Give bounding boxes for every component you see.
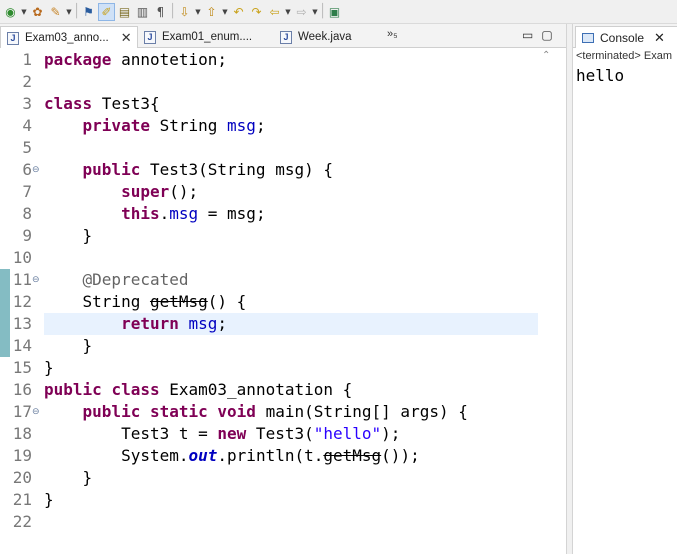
toolbar-separator: │ xyxy=(168,3,177,19)
line-number: 7 xyxy=(22,182,32,201)
line-number: 4 xyxy=(22,116,32,135)
close-icon[interactable]: ✕ xyxy=(654,30,665,46)
previous-annotation-dropdown-icon[interactable]: ▼ xyxy=(221,3,229,21)
word-wrap-icon[interactable]: ▥ xyxy=(134,3,151,21)
main-toolbar: ◉ ▼ ✿ ✎ ▼ │ ⚑ ✐ ▤ ▥ ¶ │ ⇩ ▼ ⇧ ▼ ↶ ↷ ⇦ ▼ … xyxy=(0,0,677,24)
console-icon xyxy=(582,32,594,43)
tab-label: Exam03_anno... xyxy=(25,32,109,44)
line-number: 20 xyxy=(12,468,32,487)
code-line: public Test3(String msg) { xyxy=(82,160,333,179)
java-file-icon: J xyxy=(280,30,292,44)
toolbar-separator: │ xyxy=(318,3,327,19)
line-number: 3 xyxy=(22,94,32,113)
console-status: <terminated> Exam xyxy=(576,50,672,62)
line-number: 5 xyxy=(22,138,32,157)
code-line: } xyxy=(44,358,54,377)
fold-toggle-icon[interactable]: ⊖ xyxy=(32,401,40,423)
tab-week-java[interactable]: J Week.java xyxy=(280,26,351,48)
code-line: } xyxy=(82,226,93,245)
back-dropdown-icon[interactable]: ▼ xyxy=(284,3,292,21)
line-number: 19 xyxy=(12,446,32,465)
line-number: 10 xyxy=(12,248,32,267)
new-window-icon[interactable]: ▣ xyxy=(326,3,343,21)
line-number: 1 xyxy=(22,50,32,69)
tab-overflow-button[interactable]: »₅ xyxy=(387,28,398,40)
java-file-icon: J xyxy=(144,30,156,44)
editor-tab-bar: J Exam03_anno... ✕ J Exam01_enum.... J W… xyxy=(0,24,566,49)
code-line: this.msg = msg; xyxy=(121,204,266,223)
line-number: 14 xyxy=(12,336,32,355)
line-number: 6 xyxy=(22,160,32,179)
code-line: Test3 t = new Test3("hello"); xyxy=(121,424,401,443)
line-number: 15 xyxy=(12,358,32,377)
code-line: private String msg; xyxy=(82,116,266,135)
view-sash[interactable] xyxy=(566,24,573,554)
fold-toggle-icon[interactable]: ⊖ xyxy=(32,159,40,181)
toggle-block-selection-icon[interactable]: ▤ xyxy=(116,3,133,21)
java-file-icon: J xyxy=(7,31,19,45)
tab-exam01-enum[interactable]: J Exam01_enum.... xyxy=(144,26,252,48)
code-line: super(); xyxy=(121,182,199,201)
console-output-text: hello xyxy=(576,66,625,85)
debug-icon[interactable]: ✿ xyxy=(29,3,46,21)
last-edit-location-icon[interactable]: ↶ xyxy=(230,3,247,21)
toolbar-separator: │ xyxy=(72,3,81,19)
next-annotation-dropdown-icon[interactable]: ▼ xyxy=(194,3,202,21)
code-line: @Deprecated xyxy=(82,270,189,289)
forward-icon[interactable]: ⇨ xyxy=(293,3,310,21)
code-line: package annotetion; xyxy=(44,50,228,69)
tab-console[interactable]: Console ✕ xyxy=(575,26,677,48)
code-line: return msg; xyxy=(121,314,228,333)
console-tab-label: Console xyxy=(600,30,645,45)
line-number: 18 xyxy=(12,424,32,443)
line-number: 13 xyxy=(12,314,32,333)
line-number: 17 xyxy=(12,402,32,421)
console-tab-bar: Console ✕ xyxy=(573,24,677,48)
fold-toggle-icon[interactable]: ⊖ xyxy=(32,269,40,291)
tab-label: Week.java xyxy=(298,31,352,43)
show-whitespace-icon[interactable]: ¶ xyxy=(152,3,169,21)
code-line: class Test3{ xyxy=(44,94,160,113)
toggle-breakpoint-icon[interactable]: ⚑ xyxy=(80,3,97,21)
run-icon[interactable]: ◉ xyxy=(2,3,19,21)
code-line: System.out.println(t.getMsg()); xyxy=(121,446,420,465)
run-dropdown-icon[interactable]: ▼ xyxy=(20,3,28,21)
scroll-up-icon[interactable]: ⌃ xyxy=(542,50,550,61)
code-line: } xyxy=(82,468,93,487)
line-number: 22 xyxy=(12,512,32,531)
code-line: public static void main(String[] args) { xyxy=(82,402,468,421)
mark-occurrences-icon[interactable]: ✐ xyxy=(98,2,115,21)
code-line: String getMsg() { xyxy=(82,292,247,311)
tab-exam03-annotation[interactable]: J Exam03_anno... ✕ xyxy=(0,26,138,49)
code-line: public class Exam03_annotation { xyxy=(44,380,353,399)
line-number: 2 xyxy=(22,72,32,91)
code-line: } xyxy=(44,490,54,509)
line-number: 9 xyxy=(22,226,32,245)
last-edit-forward-icon[interactable]: ↷ xyxy=(248,3,265,21)
tab-label: Exam01_enum.... xyxy=(162,31,253,43)
line-number: 12 xyxy=(12,292,32,311)
code-line: } xyxy=(82,336,93,355)
code-editor[interactable]: ⌃ 1 2 3 4 5 6 7 8 9 10 11 12 13 14 15 16… xyxy=(0,48,566,554)
line-number: 11 xyxy=(12,270,32,289)
minimize-maximize-controls[interactable]: ▭▢ xyxy=(522,28,561,42)
line-number: 16 xyxy=(12,380,32,399)
console-output-area[interactable]: <terminated> Exam hello xyxy=(573,48,677,554)
line-number: 8 xyxy=(22,204,32,223)
previous-annotation-icon[interactable]: ⇧ xyxy=(203,3,220,21)
back-icon[interactable]: ⇦ xyxy=(266,3,283,21)
next-annotation-icon[interactable]: ⇩ xyxy=(176,3,193,21)
line-number: 21 xyxy=(12,490,32,509)
build-icon[interactable]: ✎ xyxy=(47,3,64,21)
close-icon[interactable]: ✕ xyxy=(121,30,132,46)
